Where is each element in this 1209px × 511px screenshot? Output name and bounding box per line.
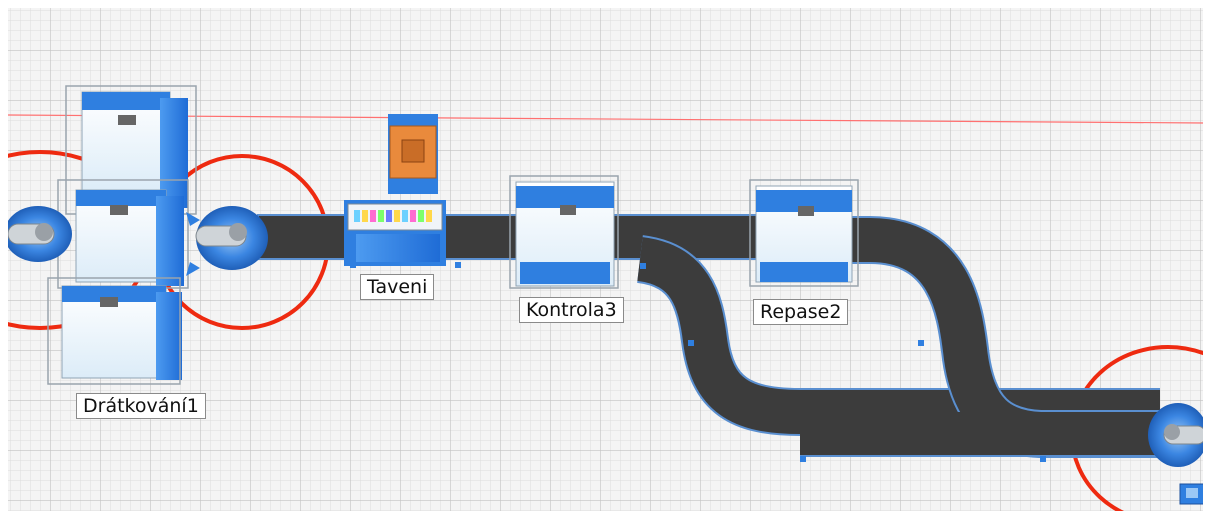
station-repase[interactable] (749, 179, 859, 287)
label-kontrola[interactable]: Kontrola3 (519, 297, 624, 323)
viewport-frame-top (0, 0, 1209, 8)
label-taveni[interactable]: Taveni (360, 274, 435, 300)
robot-arm-icon[interactable] (4, 206, 72, 262)
viewport-frame-right (1203, 0, 1209, 511)
robot-arm-icon[interactable] (1148, 403, 1208, 467)
layout-scene[interactable] (0, 0, 1209, 511)
label-dratkovani[interactable]: Drátkování1 (76, 393, 206, 419)
workstation-icon (1179, 483, 1205, 505)
viewport-frame-left (0, 0, 8, 511)
conveyor-main (257, 214, 769, 260)
station-kontrola[interactable] (509, 175, 619, 289)
label-repase[interactable]: Repase2 (753, 299, 849, 325)
simulation-viewport[interactable]: Drátkování1 Taveni Kontrola3 Repase2 (0, 0, 1209, 511)
